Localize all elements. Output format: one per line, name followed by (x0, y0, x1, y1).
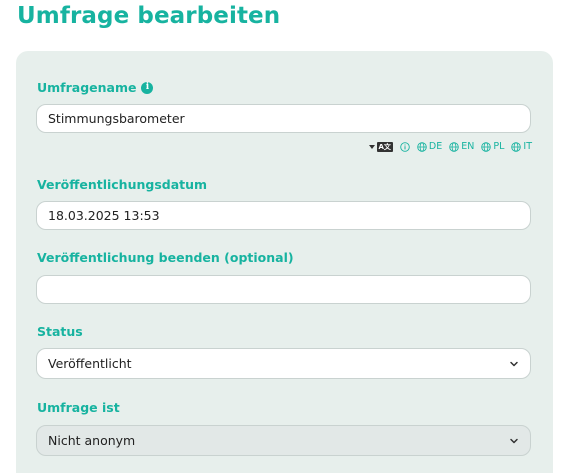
name-label-row: Umfragename i (37, 80, 154, 95)
lang-pl-label: PL (493, 141, 505, 152)
translate-dropdown[interactable]: A文 (368, 141, 393, 152)
lang-en-label: EN (461, 141, 475, 152)
lang-pl[interactable]: PL (481, 141, 504, 152)
publish-end-label-row: Veröffentlichung beenden (optional) (37, 250, 294, 265)
status-label-row: Status (37, 324, 83, 339)
publish-date-label: Veröffentlichungsdatum (37, 177, 208, 192)
globe-icon (511, 141, 522, 152)
chevron-down-icon (510, 361, 518, 366)
info-outline-icon[interactable] (400, 141, 410, 152)
page: Umfrage bearbeiten Umfragename i Stimmun… (0, 0, 567, 473)
publish-end-label: Veröffentlichung beenden (optional) (37, 250, 294, 265)
anonymity-selected-value: Nicht anonym (48, 433, 136, 448)
lang-de[interactable]: DE (417, 141, 442, 152)
language-bar: A文 DE EN PL IT (368, 141, 532, 152)
lang-it[interactable]: IT (511, 141, 532, 152)
status-label: Status (37, 324, 83, 339)
status-selected-value: Veröffentlicht (48, 356, 132, 371)
globe-icon (449, 141, 460, 152)
translate-icon: A文 (376, 141, 393, 152)
anonymity-label: Umfrage ist (37, 400, 120, 415)
anonymity-select[interactable]: Nicht anonym (36, 425, 531, 456)
lang-de-label: DE (428, 141, 443, 152)
lang-en[interactable]: EN (449, 141, 474, 152)
name-label: Umfragename (37, 80, 137, 95)
lang-it-label: IT (523, 141, 532, 152)
publish-date-input[interactable]: 18.03.2025 13:53 (36, 201, 531, 230)
publish-date-value: 18.03.2025 13:53 (48, 208, 160, 223)
info-icon[interactable]: i (141, 81, 154, 94)
page-title: Umfrage bearbeiten (17, 3, 281, 29)
survey-name-input[interactable]: Stimmungsbarometer (36, 104, 531, 133)
status-select[interactable]: Veröffentlicht (36, 348, 531, 379)
survey-name-value: Stimmungsbarometer (48, 111, 185, 126)
caret-down-icon (368, 144, 375, 149)
publish-date-label-row: Veröffentlichungsdatum (37, 177, 207, 192)
globe-icon (481, 141, 492, 152)
chevron-down-icon (510, 438, 518, 443)
globe-icon (417, 141, 427, 152)
publish-end-input[interactable] (36, 275, 531, 304)
anonymity-label-row: Umfrage ist (37, 400, 120, 415)
